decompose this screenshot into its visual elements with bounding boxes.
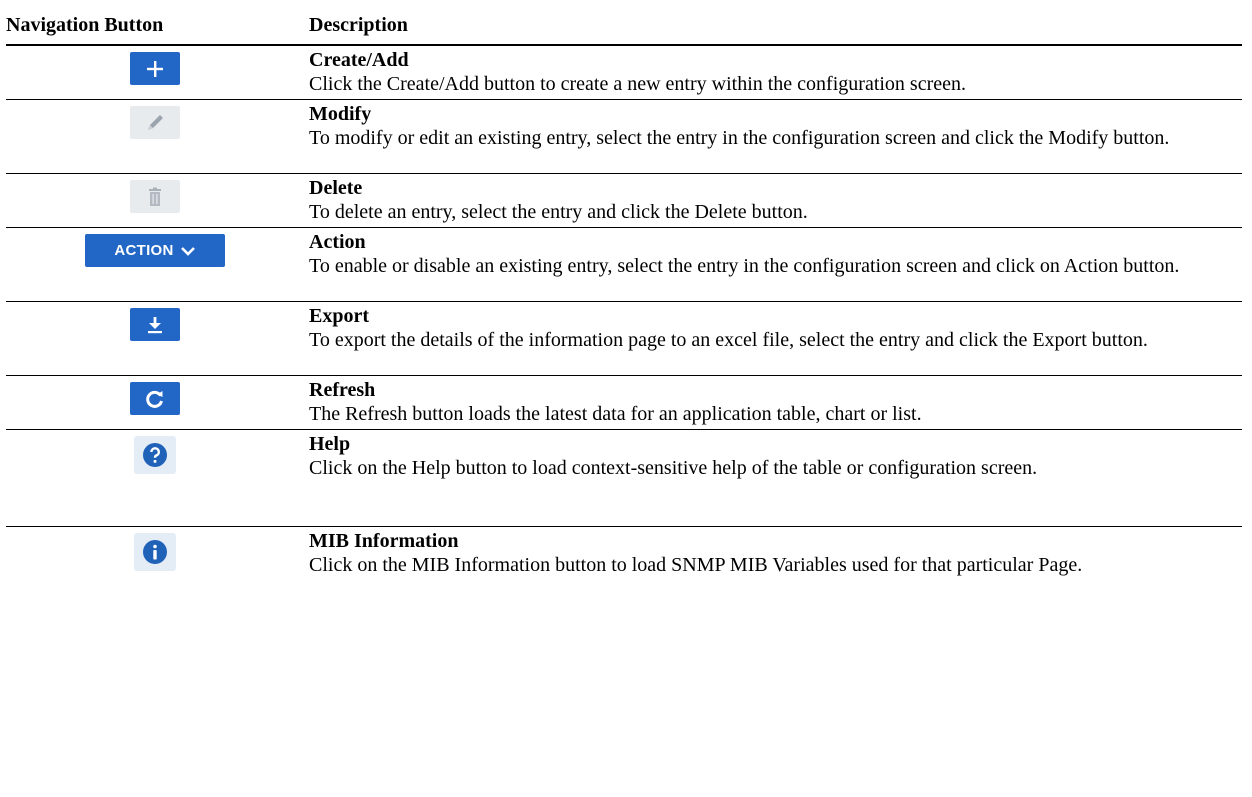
row-description: To delete an entry, select the entry and…: [309, 201, 808, 223]
row-title: Delete: [309, 177, 363, 199]
action-button[interactable]: ACTION: [85, 234, 225, 267]
create-add-button[interactable]: [130, 52, 180, 85]
delete-button-cell: [6, 173, 304, 228]
create-add-description: Create/Add Click the Create/Add button t…: [304, 45, 1242, 100]
table-row: Delete To delete an entry, select the en…: [6, 173, 1242, 228]
mib-information-button[interactable]: [134, 533, 176, 571]
row-description: To enable or disable an existing entry, …: [309, 255, 1180, 277]
action-button-cell: ACTION: [6, 227, 304, 302]
row-description: Click on the Help button to load context…: [309, 457, 1038, 479]
refresh-description: Refresh The Refresh button loads the lat…: [304, 375, 1242, 430]
chevron-down-icon: [180, 246, 195, 256]
table-row: ACTION Action To enable or disable an ex…: [6, 227, 1242, 302]
export-button-cell: [6, 301, 304, 376]
mib-information-description: MIB Information Click on the MIB Informa…: [304, 527, 1242, 615]
header-navigation-button: Navigation Button: [6, 11, 304, 46]
row-description: The Refresh button loads the latest data…: [309, 403, 922, 425]
table-row: Help Click on the Help button to load co…: [6, 429, 1242, 527]
row-title: Help: [309, 433, 351, 455]
row-description: Click the Create/Add button to create a …: [309, 73, 967, 95]
table-row: Export To export the details of the info…: [6, 301, 1242, 376]
table-header-row: Navigation Button Description: [6, 11, 1242, 46]
table-row: MIB Information Click on the MIB Informa…: [6, 527, 1242, 615]
modify-button[interactable]: [130, 106, 180, 139]
action-button-label: ACTION: [114, 241, 174, 259]
row-title: Modify: [309, 103, 372, 125]
mib-information-button-cell: [6, 527, 304, 615]
action-description: Action To enable or disable an existing …: [304, 227, 1242, 302]
header-description: Description: [304, 11, 1242, 46]
delete-description: Delete To delete an entry, select the en…: [304, 173, 1242, 228]
create-add-button-cell: [6, 45, 304, 100]
export-description: Export To export the details of the info…: [304, 301, 1242, 376]
row-description: To export the details of the information…: [309, 329, 1148, 351]
navigation-button-table: Navigation Button Description Create/Add…: [6, 11, 1242, 615]
row-title: MIB Information: [309, 530, 459, 552]
row-title: Create/Add: [309, 49, 409, 71]
download-icon: [148, 316, 162, 333]
row-title: Refresh: [309, 379, 376, 401]
export-button[interactable]: [130, 308, 180, 341]
row-description: To modify or edit an existing entry, sel…: [309, 127, 1170, 149]
table-row: Create/Add Click the Create/Add button t…: [6, 45, 1242, 100]
info-icon: [143, 540, 167, 564]
table-row: Refresh The Refresh button loads the lat…: [6, 375, 1242, 430]
help-description: Help Click on the Help button to load co…: [304, 429, 1242, 527]
modify-button-cell: [6, 99, 304, 174]
table-row: Modify To modify or edit an existing ent…: [6, 99, 1242, 174]
modify-description: Modify To modify or edit an existing ent…: [304, 99, 1242, 174]
pencil-icon: [148, 114, 163, 130]
row-description: Click on the MIB Information button to l…: [309, 554, 1083, 576]
help-icon: [143, 443, 167, 467]
refresh-button-cell: [6, 375, 304, 430]
row-title: Export: [309, 305, 369, 327]
refresh-button[interactable]: [130, 382, 180, 415]
trash-icon: [149, 187, 161, 206]
row-title: Action: [309, 231, 366, 253]
refresh-icon: [146, 390, 163, 408]
delete-button[interactable]: [130, 180, 180, 213]
plus-icon: [147, 60, 163, 77]
help-button-cell: [6, 429, 304, 527]
help-button[interactable]: [134, 436, 176, 474]
